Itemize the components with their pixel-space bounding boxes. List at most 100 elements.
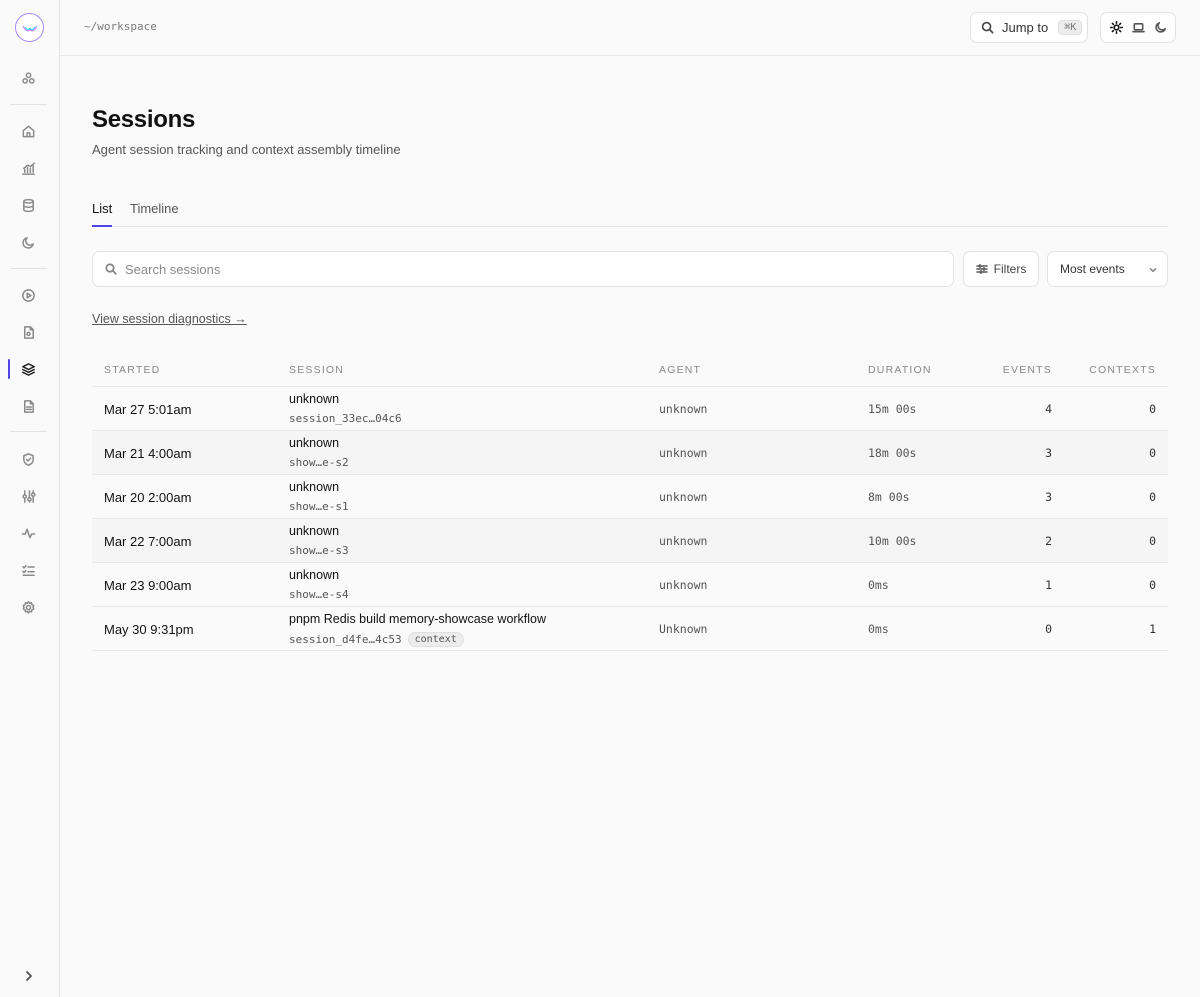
nodes-icon[interactable] xyxy=(18,68,38,88)
header-events[interactable]: EVENTS xyxy=(1003,364,1052,376)
cell-session-name: pnpm Redis build memory-showcase workflo… xyxy=(289,612,547,626)
cell-session-name: unknown xyxy=(289,524,340,538)
search-icon xyxy=(981,21,994,34)
cell-events: 4 xyxy=(1045,402,1052,416)
cell-events: 0 xyxy=(1045,622,1052,636)
cell-session-id: show…e-s3 xyxy=(289,544,349,557)
session-id-text: show…e-s2 xyxy=(289,456,349,469)
filters-label: Filters xyxy=(993,262,1027,276)
session-id-text: session_33ec…04c6 xyxy=(289,412,402,425)
checklist-icon[interactable] xyxy=(18,560,38,580)
cell-agent: unknown xyxy=(659,490,708,504)
cell-agent: Unknown xyxy=(659,622,708,636)
topbar: ~/workspace Jump to ⌘K xyxy=(60,0,1200,56)
file-search-icon[interactable] xyxy=(18,322,38,342)
header-session[interactable]: SESSION xyxy=(289,364,344,376)
header-duration[interactable]: DURATION xyxy=(868,364,932,376)
theme-switcher xyxy=(1100,12,1176,43)
cell-duration: 18m 00s xyxy=(868,446,917,460)
cell-started: Mar 23 9:00am xyxy=(104,578,192,593)
table-row[interactable]: May 30 9:31pm pnpm Redis build memory-sh… xyxy=(92,607,1168,651)
sun-icon[interactable] xyxy=(1106,18,1126,38)
search-box xyxy=(92,251,954,287)
cell-session-id: session_33ec…04c6 xyxy=(289,412,402,425)
document-icon[interactable] xyxy=(18,396,38,416)
cell-duration: 8m 00s xyxy=(868,490,910,504)
cell-session-id: session_d4fe…4c53 context xyxy=(289,632,464,647)
table-row[interactable]: Mar 21 4:00am unknown show…e-s2 unknown … xyxy=(92,431,1168,475)
jump-to-label: Jump to xyxy=(1002,20,1049,35)
sidebar-divider xyxy=(10,268,47,269)
jump-shortcut-badge: ⌘K xyxy=(1058,20,1083,35)
cell-started: Mar 20 2:00am xyxy=(104,490,192,505)
sidebar-expand-chevron-icon[interactable] xyxy=(21,968,37,984)
cell-agent: unknown xyxy=(659,446,708,460)
table-row[interactable]: Mar 20 2:00am unknown show…e-s1 unknown … xyxy=(92,475,1168,519)
sort-value: Most events xyxy=(1060,262,1125,276)
activity-icon[interactable] xyxy=(18,523,38,543)
app-logo-icon[interactable] xyxy=(15,13,44,42)
sidebar-divider xyxy=(10,104,47,105)
layers-icon[interactable] xyxy=(18,359,38,379)
page-title: Sessions xyxy=(92,106,195,133)
cell-duration: 15m 00s xyxy=(868,402,917,416)
gear-icon[interactable] xyxy=(18,597,38,617)
cell-contexts: 1 xyxy=(1149,622,1156,636)
session-id-text: show…e-s3 xyxy=(289,544,349,557)
moon-icon[interactable] xyxy=(18,232,38,252)
sessions-table: STARTED SESSION AGENT DURATION EVENTS CO… xyxy=(92,352,1168,651)
search-input[interactable] xyxy=(125,261,925,277)
cell-contexts: 0 xyxy=(1149,446,1156,460)
cell-started: May 30 9:31pm xyxy=(104,622,194,637)
cell-started: Mar 21 4:00am xyxy=(104,446,192,461)
sidebar xyxy=(0,0,60,997)
laptop-icon[interactable] xyxy=(1128,18,1148,38)
session-id-text: show…e-s1 xyxy=(289,500,349,513)
cell-agent: unknown xyxy=(659,402,708,416)
table-row[interactable]: Mar 23 9:00am unknown show…e-s4 unknown … xyxy=(92,563,1168,607)
cell-events: 2 xyxy=(1045,534,1052,548)
header-contexts[interactable]: CONTEXTS xyxy=(1089,364,1156,376)
cell-agent: unknown xyxy=(659,578,708,592)
tab-list[interactable]: List xyxy=(92,201,113,227)
sliders-icon[interactable] xyxy=(18,486,38,506)
cell-agent: unknown xyxy=(659,534,708,548)
cell-duration: 10m 00s xyxy=(868,534,917,548)
sort-select[interactable]: Most events xyxy=(1047,251,1168,287)
play-circle-icon[interactable] xyxy=(18,285,38,305)
cell-contexts: 0 xyxy=(1149,578,1156,592)
moon-icon[interactable] xyxy=(1150,18,1170,38)
database-icon[interactable] xyxy=(18,195,38,215)
cell-events: 3 xyxy=(1045,490,1052,504)
page-subtitle: Agent session tracking and context assem… xyxy=(92,142,401,157)
header-agent[interactable]: AGENT xyxy=(659,364,701,376)
header-started[interactable]: STARTED xyxy=(104,364,160,376)
session-diagnostics-link[interactable]: View session diagnostics → xyxy=(92,312,247,326)
breadcrumb[interactable]: ~/workspace xyxy=(84,20,157,33)
table-row[interactable]: Mar 27 5:01am unknown session_33ec…04c6 … xyxy=(92,387,1168,431)
chart-icon[interactable] xyxy=(18,158,38,178)
chevron-down-icon xyxy=(1148,264,1158,274)
cell-started: Mar 27 5:01am xyxy=(104,402,192,417)
active-indicator xyxy=(8,359,10,379)
cell-events: 1 xyxy=(1045,578,1052,592)
table-header: STARTED SESSION AGENT DURATION EVENTS CO… xyxy=(92,352,1168,387)
cell-started: Mar 22 7:00am xyxy=(104,534,192,549)
cell-duration: 0ms xyxy=(868,622,889,636)
filters-button[interactable]: Filters xyxy=(963,251,1039,287)
sliders-icon xyxy=(975,264,988,274)
home-icon[interactable] xyxy=(18,121,38,141)
shield-check-icon[interactable] xyxy=(18,449,38,469)
cell-contexts: 0 xyxy=(1149,490,1156,504)
cell-events: 3 xyxy=(1045,446,1052,460)
cell-contexts: 0 xyxy=(1149,534,1156,548)
table-row[interactable]: Mar 22 7:00am unknown show…e-s3 unknown … xyxy=(92,519,1168,563)
cell-session-name: unknown xyxy=(289,436,340,450)
jump-to-button[interactable]: Jump to ⌘K xyxy=(970,12,1088,43)
tab-bar: List Timeline xyxy=(92,196,1168,227)
cell-session-name: unknown xyxy=(289,392,340,406)
search-icon xyxy=(105,263,117,275)
cell-session-id: show…e-s2 xyxy=(289,456,349,469)
tab-timeline[interactable]: Timeline xyxy=(130,201,179,225)
cell-duration: 0ms xyxy=(868,578,889,592)
